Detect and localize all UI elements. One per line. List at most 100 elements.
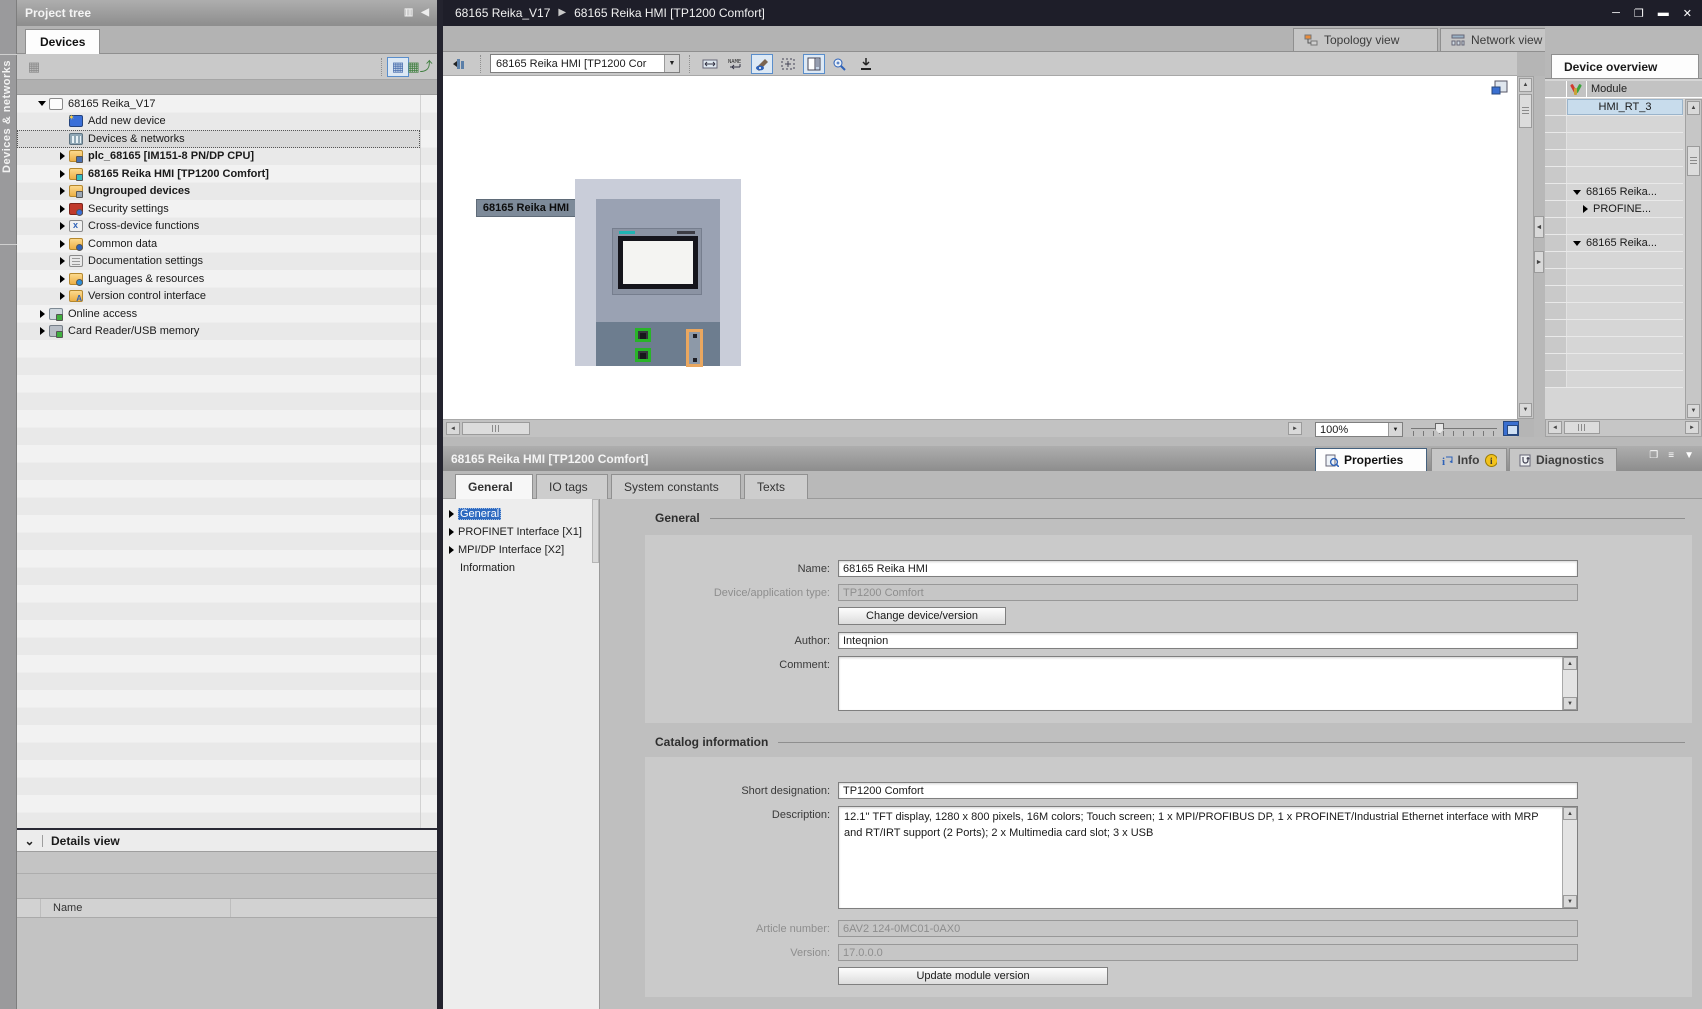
expander-right-icon[interactable]: [60, 152, 65, 160]
expander-down-icon[interactable]: [1573, 241, 1581, 246]
expander-down-icon[interactable]: [1573, 190, 1581, 195]
scroll-left-icon[interactable]: ◄: [446, 422, 460, 435]
tab-texts[interactable]: Texts: [744, 474, 808, 499]
collapse-panel-down-icon[interactable]: ▼: [1684, 451, 1694, 461]
module-row-empty[interactable]: [1545, 269, 1683, 286]
dropdown-arrow-icon[interactable]: ▼: [1388, 423, 1402, 436]
name-input[interactable]: 68165 Reika HMI: [838, 560, 1578, 577]
scroll-down-icon[interactable]: ▼: [1563, 697, 1577, 710]
expander-right-icon[interactable]: [40, 327, 45, 335]
tree-item-card-reader[interactable]: Card Reader/USB memory: [17, 323, 420, 341]
module-row-empty[interactable]: [1545, 371, 1683, 388]
tab-topology-view[interactable]: Topology view: [1293, 28, 1438, 52]
expander-down-icon[interactable]: [38, 101, 46, 106]
tree-item-documentation-settings[interactable]: Documentation settings: [17, 253, 420, 271]
profinet-port-2-icon[interactable]: [635, 348, 651, 362]
scroll-thumb[interactable]: [462, 422, 530, 435]
scroll-up-icon[interactable]: ▲: [1563, 657, 1577, 670]
module-row-hmi-rt[interactable]: HMI_RT_3: [1545, 99, 1683, 116]
tree-item-cross-device-functions[interactable]: x Cross-device functions: [17, 218, 420, 236]
module-row-empty[interactable]: [1545, 320, 1683, 337]
author-input[interactable]: Inteqnion: [838, 632, 1578, 649]
expander-right-icon[interactable]: [60, 222, 65, 230]
module-row-empty[interactable]: [1545, 354, 1683, 371]
module-row-empty[interactable]: [1545, 218, 1683, 235]
fit-to-window-icon[interactable]: [1503, 421, 1519, 436]
expander-right-icon[interactable]: [449, 510, 454, 518]
scroll-right-icon[interactable]: ►: [1288, 422, 1302, 435]
expander-right-icon[interactable]: [60, 170, 65, 178]
device-view-canvas[interactable]: 68165 Reika HMI: [443, 76, 1517, 419]
minimize-icon[interactable]: ─: [1612, 7, 1620, 20]
device-selector-dropdown[interactable]: 68165 Reika HMI [TP1200 Cor ▼: [490, 54, 680, 73]
scroll-right-icon[interactable]: ►: [1685, 421, 1699, 434]
tree-item-add-new-device[interactable]: ✶ Add new device: [17, 113, 420, 131]
details-col-name[interactable]: Name: [41, 899, 231, 917]
module-row-device[interactable]: 68165 Reika...: [1545, 184, 1683, 201]
tab-devices[interactable]: Devices: [25, 29, 100, 54]
download-view-icon[interactable]: [855, 54, 877, 74]
expander-right-icon[interactable]: [60, 240, 65, 248]
scroll-thumb[interactable]: [1519, 94, 1532, 128]
scroll-thumb[interactable]: [1564, 421, 1600, 434]
module-row-empty[interactable]: [1545, 116, 1683, 133]
scroll-down-icon[interactable]: ▼: [1563, 895, 1577, 908]
expander-right-icon[interactable]: [40, 310, 45, 318]
tree-item-languages-resources[interactable]: Languages & resources: [17, 270, 420, 288]
expander-right-icon[interactable]: [60, 187, 65, 195]
tree-item-hmi[interactable]: 68165 Reika HMI [TP1200 Comfort]: [17, 165, 420, 183]
expander-right-icon[interactable]: [60, 205, 65, 213]
breadcrumb-device[interactable]: 68165 Reika HMI [TP1200 Comfort]: [574, 6, 765, 20]
hmi-device-graphic[interactable]: [575, 179, 741, 366]
float-panel-icon[interactable]: ❐: [1649, 451, 1658, 461]
tab-info[interactable]: i Info i: [1431, 448, 1507, 472]
breadcrumb-project[interactable]: 68165 Reika_V17: [455, 6, 550, 20]
module-row-device[interactable]: 68165 Reika...: [1545, 235, 1683, 252]
tab-io-tags[interactable]: IO tags: [536, 474, 608, 499]
tab-system-constants[interactable]: System constants: [611, 474, 741, 499]
add-device-table-icon[interactable]: ▦: [23, 57, 45, 77]
zoom-slider[interactable]: [1411, 421, 1497, 437]
nav-item-mpidp[interactable]: MPI/DP Interface [X2]: [443, 541, 593, 558]
scroll-left-icon[interactable]: ◄: [1548, 421, 1562, 434]
nav-item-general[interactable]: General: [443, 505, 593, 522]
profinet-port-1-icon[interactable]: [635, 328, 651, 342]
scroll-up-icon[interactable]: ▲: [1519, 78, 1532, 92]
zoom-level-dropdown[interactable]: 100% ▼: [1315, 422, 1403, 437]
table-view-icon[interactable]: ▦: [387, 57, 409, 77]
panel-menu-icon[interactable]: ≡: [1668, 451, 1674, 461]
module-row-empty[interactable]: [1545, 337, 1683, 354]
scroll-down-icon[interactable]: ▼: [1687, 404, 1700, 418]
vertical-editor-tab[interactable]: Devices & networks: [1, 60, 13, 173]
nav-item-information[interactable]: Information: [443, 559, 593, 576]
hmi-device-label[interactable]: 68165 Reika HMI: [476, 199, 576, 217]
network-device-icon[interactable]: [449, 54, 471, 74]
tab-general[interactable]: General: [455, 474, 533, 499]
tree-item-project[interactable]: 68165 Reika_V17: [17, 95, 420, 113]
scroll-up-icon[interactable]: ▲: [1563, 807, 1577, 820]
canvas-vertical-scrollbar[interactable]: ▲ ▼: [1517, 76, 1534, 419]
module-row-empty[interactable]: [1545, 303, 1683, 320]
expander-right-icon[interactable]: [449, 528, 454, 536]
expander-right-icon[interactable]: [60, 275, 65, 283]
expander-right-icon[interactable]: [60, 257, 65, 265]
split-columns-icon[interactable]: [803, 54, 825, 74]
device-overview-tab[interactable]: Device overview: [1551, 54, 1699, 78]
pen-visibility-icon[interactable]: [751, 54, 773, 74]
restore-icon[interactable]: ❐: [1634, 7, 1644, 20]
tree-item-security-settings[interactable]: Security settings: [17, 200, 420, 218]
module-row-empty[interactable]: [1545, 133, 1683, 150]
chevron-down-icon[interactable]: ⌄: [17, 835, 43, 847]
scroll-thumb[interactable]: [1687, 146, 1700, 176]
tree-item-online-access[interactable]: Online access: [17, 305, 420, 323]
collapse-left-icon[interactable]: ◄: [1534, 216, 1544, 238]
nav-item-profinet[interactable]: PROFINET Interface [X1]: [443, 523, 593, 540]
tab-diagnostics[interactable]: Diagnostics: [1509, 448, 1617, 472]
close-icon[interactable]: ✕: [1683, 7, 1692, 20]
change-device-version-button[interactable]: Change device/version: [838, 607, 1006, 625]
zoom-in-icon[interactable]: [829, 54, 851, 74]
details-view-header[interactable]: ⌄ Details view: [17, 828, 437, 852]
expander-right-icon[interactable]: [1583, 205, 1588, 213]
overview-vertical-scrollbar[interactable]: ▲ ▼: [1685, 99, 1702, 420]
textarea-scrollbar[interactable]: ▲ ▼: [1562, 657, 1577, 710]
